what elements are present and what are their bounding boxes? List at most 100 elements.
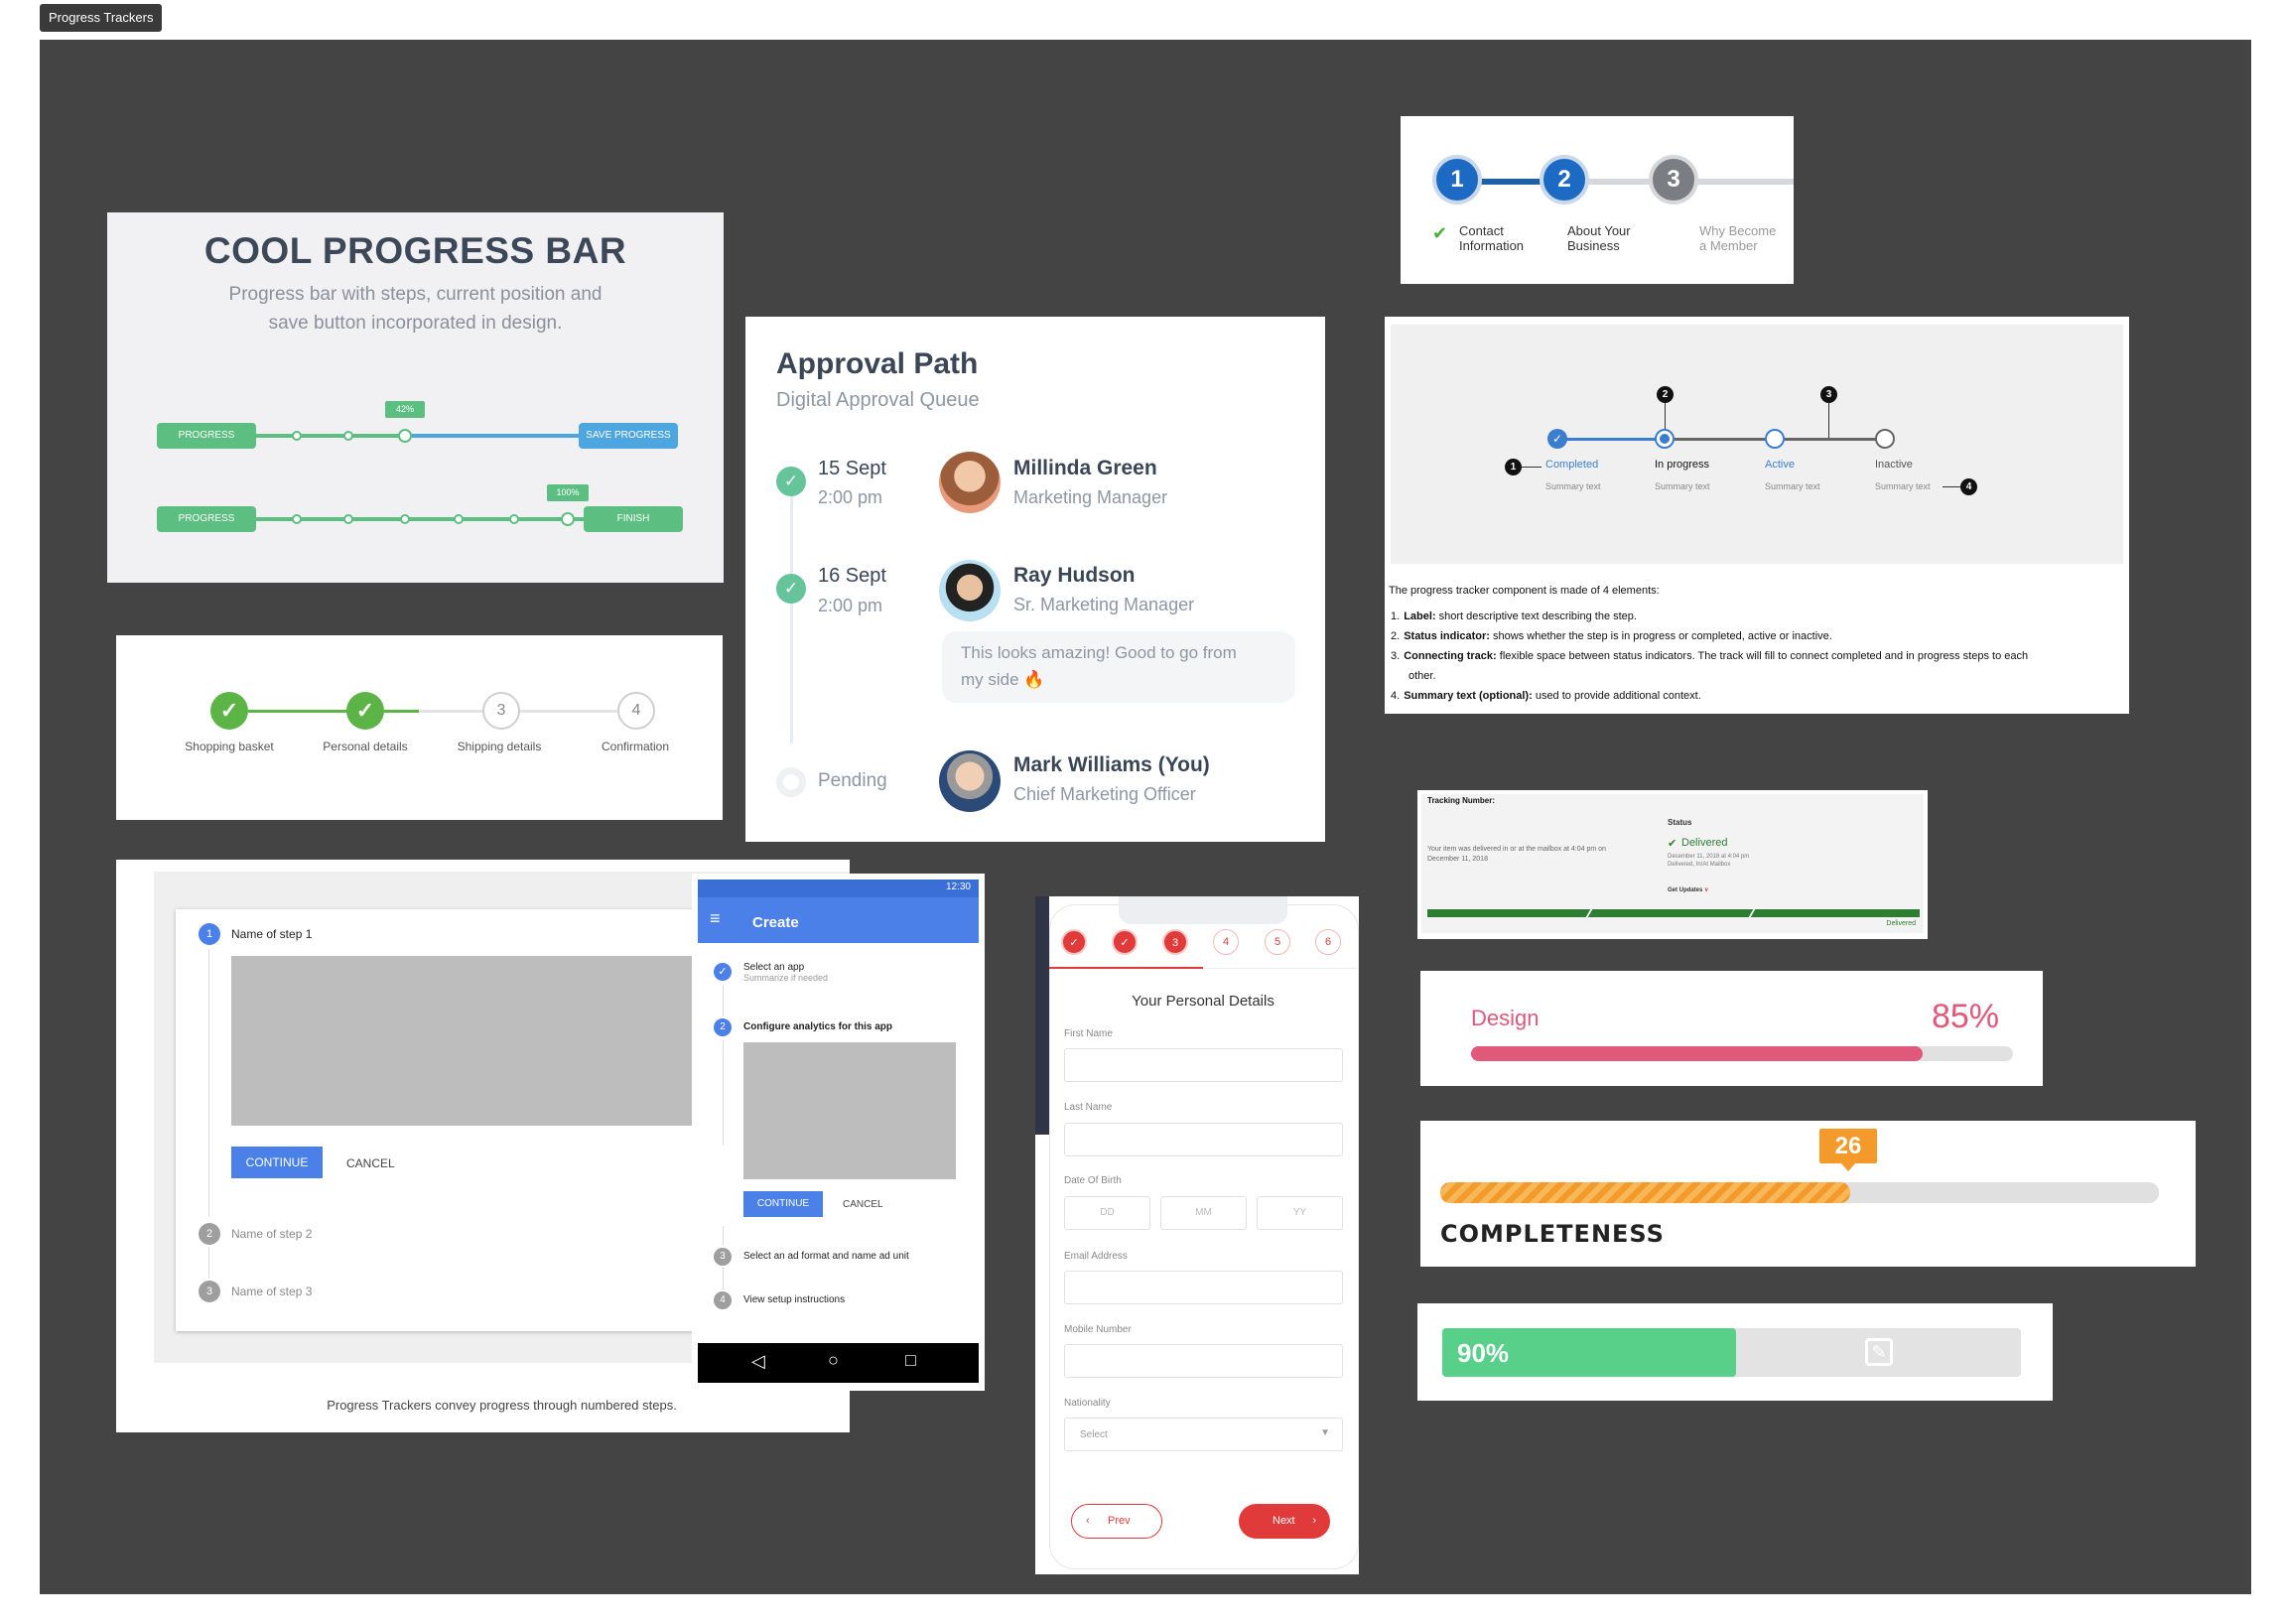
row1-current-dot[interactable] — [398, 429, 412, 443]
row2-step-dot[interactable] — [343, 514, 353, 524]
timeline-check-icon: ✓ — [776, 574, 806, 604]
entry-time: 2:00 pm — [818, 487, 883, 507]
dob-year-field[interactable]: YY — [1257, 1196, 1343, 1230]
step-3-number[interactable]: 3 — [1162, 929, 1188, 955]
entry-name: Millinda Green — [1013, 457, 1157, 479]
step-5-number[interactable]: 5 — [1265, 929, 1290, 955]
row1-step-dot[interactable] — [292, 431, 302, 441]
step-1-label-1: Contact — [1459, 223, 1504, 238]
finish-button[interactable]: FINISH — [584, 506, 683, 532]
step-1-sub: Summarize if needed — [743, 973, 829, 983]
step-1-check-icon[interactable]: ✓ — [1061, 929, 1087, 955]
timeline-pending-dot — [776, 767, 806, 797]
cancel-button[interactable]: CANCEL — [346, 1156, 395, 1170]
step-in-progress-indicator[interactable] — [1655, 429, 1675, 449]
first-name-field[interactable] — [1064, 1048, 1343, 1082]
step-3-circle[interactable]: 3 — [1649, 155, 1698, 204]
step-completed-check-icon[interactable]: ✓ — [1547, 429, 1567, 449]
home-icon[interactable]: ○ — [828, 1350, 839, 1371]
email-field[interactable] — [1064, 1271, 1343, 1304]
step-1-check-icon[interactable]: ✓ — [210, 692, 248, 730]
step-active-indicator[interactable] — [1765, 429, 1785, 449]
row2-step-dot[interactable] — [400, 514, 410, 524]
tracking-label: Tracking Number: — [1427, 796, 1496, 805]
step-1-circle[interactable]: 1 — [1432, 155, 1482, 204]
track-done — [1556, 438, 1666, 441]
step-3-label: Name of step 3 — [231, 1285, 313, 1298]
prev-button[interactable]: ‹ Prev — [1071, 1504, 1162, 1539]
step-4-number[interactable]: 4 — [617, 692, 655, 730]
step-inactive-indicator[interactable] — [1875, 429, 1895, 449]
avatar[interactable] — [939, 452, 1001, 513]
step-2-number[interactable]: 2 — [714, 1018, 732, 1036]
row2-step-dot[interactable] — [292, 514, 302, 524]
doc-intro: The progress tracker component is made o… — [1389, 585, 1660, 597]
doc-list-item: 4. Summary text (optional): used to provi… — [1391, 690, 1701, 702]
step-3-number[interactable]: 3 — [482, 692, 520, 730]
pointer-line — [1522, 467, 1542, 468]
get-updates-link[interactable]: Get Updates ∨ — [1668, 886, 1708, 893]
step-1-check-icon[interactable]: ✓ — [714, 963, 732, 981]
step-3-number[interactable]: 3 — [199, 1281, 220, 1302]
step-2-check-icon[interactable]: ✓ — [1112, 929, 1138, 955]
back-icon[interactable]: ◁ — [751, 1351, 765, 1372]
pointer-line — [1943, 486, 1960, 487]
step-3-number[interactable]: 3 — [714, 1248, 732, 1266]
next-button[interactable]: Next › — [1239, 1504, 1330, 1539]
row2-step-dot[interactable] — [454, 514, 464, 524]
doc-list-item: 1. Label: short descriptive text describi… — [1391, 610, 1637, 622]
recent-apps-icon[interactable]: □ — [905, 1350, 916, 1371]
last-name-field[interactable] — [1064, 1123, 1343, 1156]
doc-list-term: Label: — [1404, 610, 1436, 622]
form-title: Your Personal Details — [1132, 993, 1274, 1010]
mobile-field[interactable] — [1064, 1344, 1343, 1378]
edit-icon[interactable]: ✎ — [1865, 1338, 1893, 1366]
row2-progress-label: PROGRESS — [157, 506, 256, 532]
save-progress-button[interactable]: SAVE PROGRESS — [579, 423, 678, 449]
dob-month-placeholder: MM — [1195, 1207, 1212, 1218]
step-2-check-icon[interactable]: ✓ — [346, 692, 384, 730]
step-2-label-1: About Your — [1567, 223, 1631, 238]
entry-date: 16 Sept — [818, 565, 886, 587]
step-6-number[interactable]: 6 — [1315, 929, 1341, 955]
step-2-number[interactable]: 2 — [199, 1223, 220, 1245]
progress-underline-active — [1049, 967, 1203, 969]
step-1-number[interactable]: 1 — [199, 923, 220, 945]
mobile-form-card: ✓ ✓ 3 4 5 6 Your Personal Details First … — [1035, 896, 1359, 1574]
android-stepper-card: 12:30 ≡ Create ✓ Select an app Summarize… — [692, 874, 985, 1391]
design-percent: 85% — [1931, 998, 1999, 1035]
menu-icon[interactable]: ≡ — [710, 908, 721, 929]
avatar[interactable] — [939, 750, 1001, 812]
cool-progress-subtitle-2: save button incorporated in design. — [268, 313, 563, 334]
prev-label: Prev — [1108, 1515, 1131, 1527]
email-label: Email Address — [1064, 1251, 1128, 1262]
check-icon: ✔ — [1432, 223, 1448, 243]
step-2-label: Name of step 2 — [231, 1227, 313, 1241]
row1-step-dot[interactable] — [343, 431, 353, 441]
dob-day-field[interactable]: DD — [1064, 1196, 1150, 1230]
dob-month-field[interactable]: MM — [1160, 1196, 1247, 1230]
continue-button[interactable]: CONTINUE — [231, 1147, 323, 1178]
row1-percent-badge: 42% — [385, 401, 425, 418]
nationality-select[interactable]: Select ▼ — [1064, 1418, 1343, 1451]
dob-year-placeholder: YY — [1292, 1207, 1307, 1218]
doc-list-term: Connecting track: — [1404, 650, 1497, 662]
doc-list-text: short descriptive text describing the st… — [1435, 610, 1637, 622]
entry-role: Chief Marketing Officer — [1013, 784, 1196, 804]
step-4-label: View setup instructions — [743, 1294, 846, 1305]
cancel-button[interactable]: CANCEL — [843, 1199, 883, 1210]
marker-2: 2 — [1657, 386, 1674, 403]
step-label-active: Active — [1765, 459, 1795, 471]
status-time: 12:30 — [945, 881, 971, 892]
badge-pointer — [1841, 1163, 1855, 1171]
step-2-circle[interactable]: 2 — [1540, 155, 1589, 204]
continue-button[interactable]: CONTINUE — [743, 1191, 823, 1217]
step-4-number[interactable]: 4 — [1213, 929, 1239, 955]
delivered-location: Delivered, In/At Mailbox — [1668, 862, 1731, 868]
step-4-number[interactable]: 4 — [714, 1291, 732, 1309]
first-name-label: First Name — [1064, 1028, 1113, 1039]
row2-current-dot[interactable] — [561, 512, 575, 526]
avatar[interactable] — [939, 560, 1001, 621]
cool-progress-subtitle-1: Progress bar with steps, current positio… — [228, 284, 603, 305]
row2-step-dot[interactable] — [509, 514, 519, 524]
